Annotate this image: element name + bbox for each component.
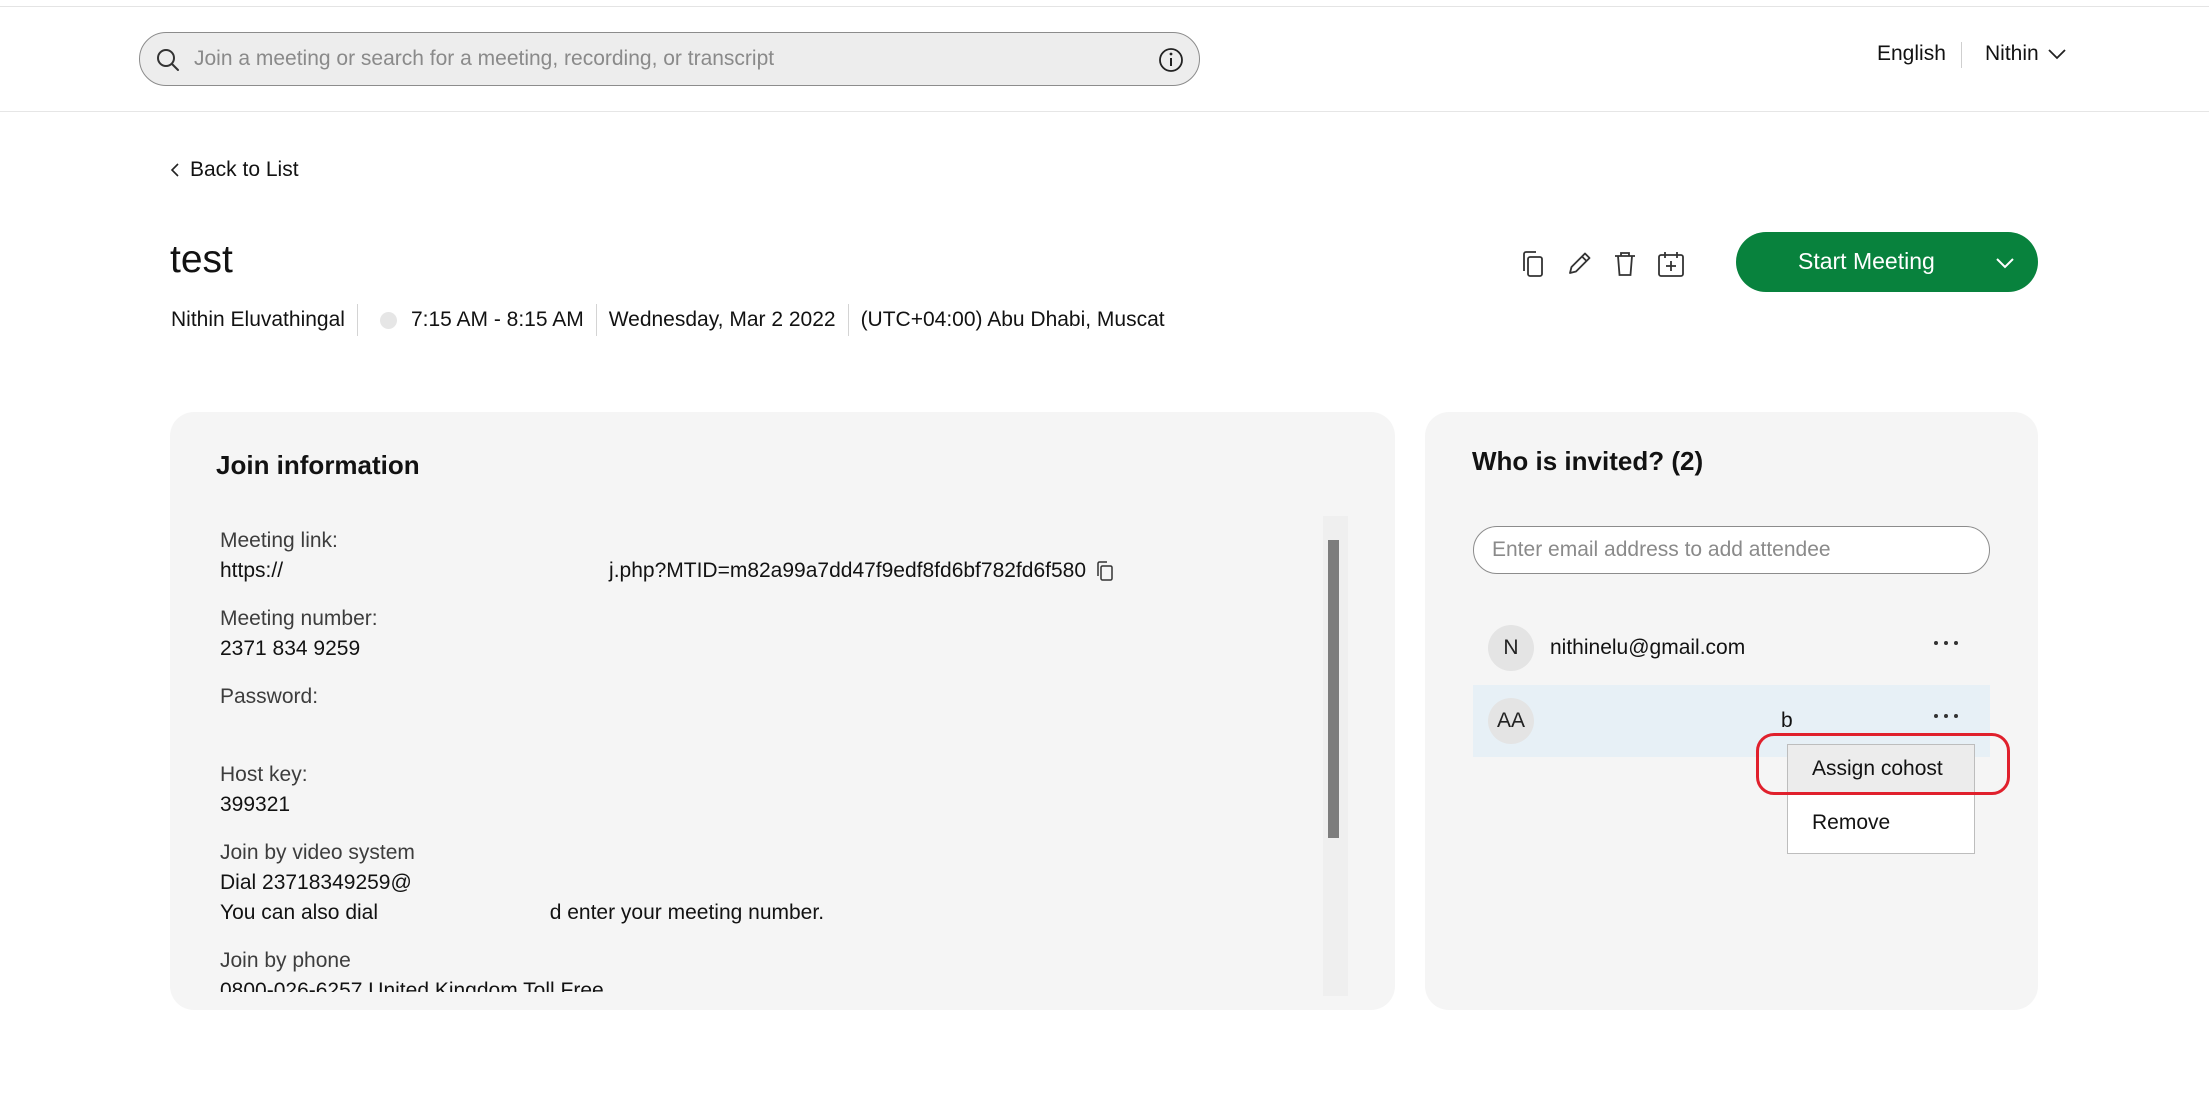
- attendee-email: b: [1781, 709, 1793, 732]
- start-meeting-label: Start Meeting: [1798, 248, 1935, 274]
- host-key-label: Host key:: [220, 763, 308, 786]
- back-label: Back to List: [190, 158, 299, 181]
- copy-link-icon[interactable]: [1094, 560, 1116, 582]
- copy-meeting-button[interactable]: [1515, 246, 1550, 281]
- avatar: N: [1488, 625, 1534, 671]
- meeting-time: 7:15 AM - 8:15 AM: [410, 308, 584, 331]
- meeting-link-suffix[interactable]: j.php?MTID=m82a99a7dd47f9edf8fd6bf782fd6…: [609, 556, 1086, 586]
- video-also-suffix: d enter your meeting number.: [549, 901, 825, 924]
- video-also-dial-line: You can also dial d enter your meeting n…: [220, 898, 1280, 928]
- meta-divider: [356, 304, 358, 336]
- delete-meeting-button[interactable]: [1607, 246, 1642, 281]
- attendee-email: nithinelu@gmail.com: [1550, 636, 1746, 659]
- remove-menu-item[interactable]: Remove: [1788, 799, 1974, 847]
- meeting-link-row: https:// j.php?MTID=m82a99a7dd47f9edf8fd…: [220, 556, 1280, 586]
- invitees-heading: Who is invited? (2): [1472, 446, 1704, 476]
- add-to-calendar-button[interactable]: [1653, 246, 1688, 281]
- meeting-link-label: Meeting link:: [220, 529, 338, 552]
- chevron-down-icon: [2048, 49, 2066, 60]
- start-meeting-button[interactable]: Start Meeting: [1736, 232, 2038, 292]
- meeting-host: Nithin Eluvathingal: [171, 308, 345, 331]
- info-icon[interactable]: [1157, 46, 1185, 74]
- host-key-value: 399321: [220, 793, 291, 816]
- red-annotation-outline: [1756, 733, 2010, 795]
- search-icon: [157, 49, 179, 71]
- user-name: Nithin: [1985, 42, 2039, 65]
- edit-meeting-button[interactable]: [1561, 246, 1596, 281]
- video-also-prefix: You can also dial: [220, 901, 379, 924]
- calendar-add-icon: [1657, 251, 1684, 277]
- search-bar[interactable]: [139, 32, 1200, 86]
- back-to-list-link[interactable]: Back to List: [170, 158, 299, 182]
- meta-divider: [595, 304, 597, 336]
- copy-icon: [1522, 250, 1543, 277]
- password-label: Password:: [220, 685, 319, 708]
- add-attendee-field[interactable]: [1473, 526, 1990, 574]
- phone-label: Join by phone: [220, 949, 351, 972]
- invitees-card: Who is invited? (2) N nithinelu@gmail.co…: [1425, 412, 2038, 1010]
- trash-icon: [1614, 251, 1635, 276]
- chevron-down-icon[interactable]: [1994, 252, 2016, 274]
- meeting-actions: [1515, 246, 1688, 281]
- add-attendee-input[interactable]: [1492, 535, 1972, 565]
- meeting-date: Wednesday, Mar 2 2022: [608, 308, 836, 331]
- meeting-title: test: [170, 238, 233, 281]
- more-options-button[interactable]: [1934, 634, 1968, 652]
- status-dot: [379, 311, 397, 329]
- attendee-row[interactable]: N nithinelu@gmail.com: [1473, 612, 1990, 684]
- meta-divider: [847, 304, 849, 336]
- meeting-number-value: 2371 834 9259: [220, 637, 361, 660]
- top-header: English Nithin: [0, 0, 2209, 112]
- meeting-timezone: (UTC+04:00) Abu Dhabi, Muscat: [860, 308, 1165, 331]
- more-options-button[interactable]: [1934, 707, 1968, 725]
- video-dial-line: Dial 23718349259@: [220, 871, 412, 894]
- search-input[interactable]: [194, 41, 1094, 77]
- join-information-heading: Join information: [216, 450, 420, 480]
- header-divider: [1961, 42, 1962, 68]
- scrollbar-thumb[interactable]: [1328, 540, 1339, 838]
- video-system-label: Join by video system: [220, 841, 415, 864]
- meeting-link-prefix[interactable]: https://: [220, 556, 283, 586]
- join-information-card: Join information Meeting link: https:// …: [170, 412, 1395, 1010]
- pencil-icon: [1568, 252, 1590, 274]
- meeting-number-label: Meeting number:: [220, 607, 378, 630]
- meeting-meta: Nithin Eluvathingal 7:15 AM - 8:15 AM We…: [171, 304, 1165, 336]
- user-menu[interactable]: Nithin: [1985, 42, 2067, 66]
- chevron-left-icon: [170, 163, 179, 177]
- avatar: AA: [1488, 698, 1534, 744]
- join-information-content: Meeting link: https:// j.php?MTID=m82a99…: [220, 526, 1280, 992]
- password-value: [220, 712, 1280, 742]
- language-selector[interactable]: English: [1877, 42, 1946, 66]
- phone-line: 0800-026-6257 United Kingdom Toll Free: [220, 979, 604, 992]
